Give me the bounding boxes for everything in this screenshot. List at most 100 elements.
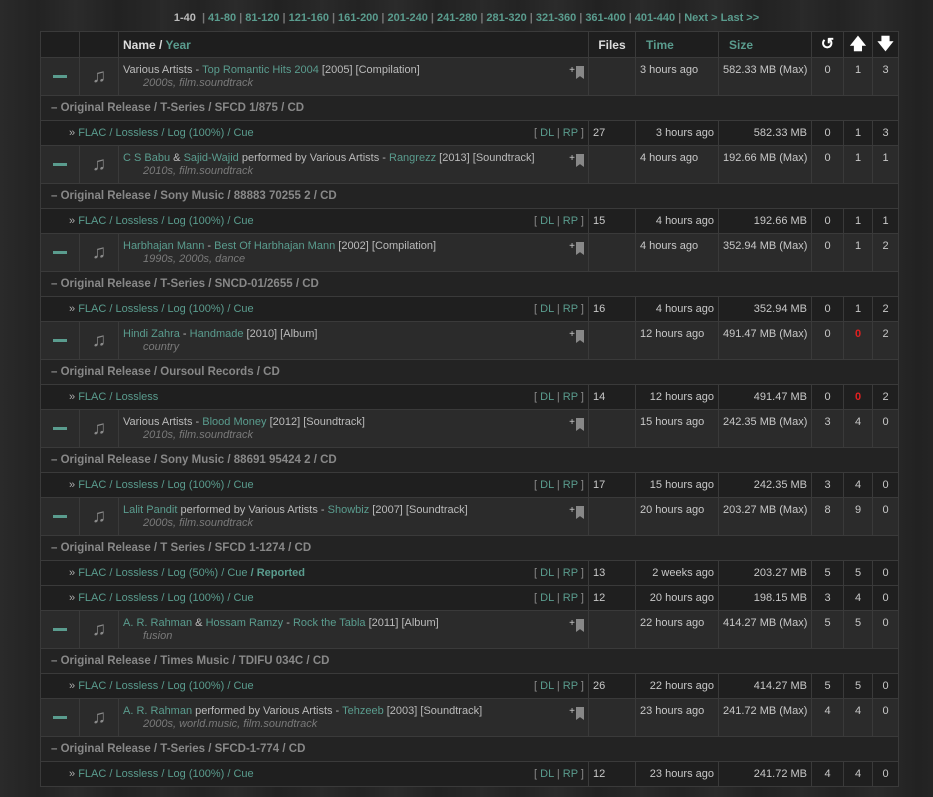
tag-list[interactable]: 2010s, film.soundtrack: [123, 429, 584, 441]
header-name[interactable]: Name / Year: [118, 31, 589, 58]
artist-link[interactable]: Lalit Pandit: [123, 504, 177, 516]
collapse-cell[interactable]: [40, 57, 80, 96]
edition-label[interactable]: – Original Release / Times Music / TDIFU…: [40, 648, 899, 674]
edition-label[interactable]: – Original Release / T-Series / SFCD-1-7…: [40, 736, 899, 762]
torrent-format-link[interactable]: FLAC / Lossless / Log (100%) / Cue: [78, 127, 253, 139]
edition-row[interactable]: – Original Release / T-Series / SNCD-01/…: [40, 271, 899, 297]
edition-label[interactable]: – Original Release / T Series / SFCD 1-1…: [40, 535, 899, 561]
edition-row[interactable]: – Original Release / Oursoul Records / C…: [40, 359, 899, 385]
leechers-icon[interactable]: 🡇: [877, 36, 894, 53]
report-link[interactable]: RP: [563, 567, 578, 579]
page-link[interactable]: 281-320: [486, 12, 526, 24]
collapse-icon[interactable]: [53, 515, 67, 519]
page-link[interactable]: 161-200: [338, 12, 378, 24]
edition-label[interactable]: – Original Release / Oursoul Records / C…: [40, 359, 899, 385]
torrent-format-link[interactable]: FLAC / Lossless / Log (100%) / Cue: [78, 479, 253, 491]
artist-link[interactable]: Harbhajan Mann: [123, 240, 204, 252]
album-link[interactable]: Rangrezz: [389, 152, 436, 164]
artist-link[interactable]: C S Babu: [123, 152, 170, 164]
edition-label[interactable]: – Original Release / Sony Music / 88691 …: [40, 447, 899, 473]
tag-list[interactable]: fusion: [123, 630, 584, 642]
download-link[interactable]: DL: [540, 215, 554, 227]
page-link[interactable]: 201-240: [388, 12, 428, 24]
tag-list[interactable]: 2010s, film.soundtrack: [123, 165, 584, 177]
collapse-icon[interactable]: [53, 163, 67, 167]
torrent-format-link[interactable]: FLAC / Lossless / Log (100%) / Cue: [78, 215, 253, 227]
collapse-icon[interactable]: [53, 339, 67, 343]
download-link[interactable]: DL: [540, 127, 554, 139]
bookmark-button[interactable]: +: [569, 619, 584, 632]
collapse-cell[interactable]: [40, 145, 80, 184]
artist-link[interactable]: Hindi Zahra: [123, 328, 180, 340]
edition-row[interactable]: – Original Release / T-Series / SFCD-1-7…: [40, 736, 899, 762]
page-link[interactable]: 41-80: [208, 12, 236, 24]
artist-link[interactable]: A. R. Rahman: [123, 617, 192, 629]
bookmark-icon[interactable]: [576, 619, 584, 632]
bookmark-icon[interactable]: [576, 506, 584, 519]
collapse-icon[interactable]: [53, 628, 67, 632]
edition-row[interactable]: – Original Release / Times Music / TDIFU…: [40, 648, 899, 674]
page-link[interactable]: 321-360: [536, 12, 576, 24]
torrent-format-link[interactable]: FLAC / Lossless / Log (100%) / Cue: [78, 303, 253, 315]
album-link[interactable]: Blood Money: [202, 416, 266, 428]
report-link[interactable]: RP: [563, 592, 578, 604]
header-snatches[interactable]: ↺: [811, 31, 844, 58]
header-leechers[interactable]: 🡇: [872, 31, 899, 58]
page-link[interactable]: 361-400: [585, 12, 625, 24]
sort-year-link[interactable]: Year: [165, 38, 190, 52]
collapse-icon[interactable]: [53, 251, 67, 255]
sort-size-link[interactable]: Size: [723, 38, 753, 52]
page-link[interactable]: 121-160: [289, 12, 329, 24]
bookmark-button[interactable]: +: [569, 154, 584, 167]
artist-link[interactable]: Various Artists: [123, 416, 193, 428]
tag-list[interactable]: 2000s, film.soundtrack: [123, 77, 584, 89]
download-link[interactable]: DL: [540, 303, 554, 315]
snatches-icon[interactable]: ↺: [816, 36, 839, 53]
edition-label[interactable]: – Original Release / T-Series / SNCD-01/…: [40, 271, 899, 297]
torrent-format-link[interactable]: FLAC / Lossless / Log (50%) / Cue: [78, 567, 247, 579]
bookmark-icon[interactable]: [576, 418, 584, 431]
download-link[interactable]: DL: [540, 768, 554, 780]
report-link[interactable]: RP: [563, 768, 578, 780]
collapse-cell[interactable]: [40, 497, 80, 536]
artist-link[interactable]: Hossam Ramzy: [206, 617, 284, 629]
download-link[interactable]: DL: [540, 391, 554, 403]
torrent-format-link[interactable]: FLAC / Lossless / Log (100%) / Cue: [78, 680, 253, 692]
bookmark-button[interactable]: +: [569, 506, 584, 519]
seeders-icon[interactable]: 🡅: [848, 36, 868, 53]
album-link[interactable]: Rock the Tabla: [293, 617, 366, 629]
bookmark-button[interactable]: +: [569, 330, 584, 343]
download-link[interactable]: DL: [540, 680, 554, 692]
bookmark-button[interactable]: +: [569, 707, 584, 720]
last-page-link[interactable]: Last >>: [721, 12, 760, 24]
report-link[interactable]: RP: [563, 215, 578, 227]
download-link[interactable]: DL: [540, 567, 554, 579]
sort-name-link[interactable]: Name /: [123, 38, 162, 52]
sort-time-link[interactable]: Time: [640, 38, 674, 52]
collapse-cell[interactable]: [40, 321, 80, 360]
album-link[interactable]: Top Romantic Hits 2004: [202, 64, 319, 76]
edition-row[interactable]: – Original Release / Sony Music / 88691 …: [40, 447, 899, 473]
report-link[interactable]: RP: [563, 303, 578, 315]
bookmark-icon[interactable]: [576, 707, 584, 720]
collapse-icon[interactable]: [53, 427, 67, 431]
edition-label[interactable]: – Original Release / Sony Music / 88883 …: [40, 183, 899, 209]
edition-label[interactable]: – Original Release / T-Series / SFCD 1/8…: [40, 95, 899, 121]
bookmark-icon[interactable]: [576, 242, 584, 255]
collapse-cell[interactable]: [40, 409, 80, 448]
torrent-format-link[interactable]: FLAC / Lossless: [78, 391, 158, 403]
edition-row[interactable]: – Original Release / T-Series / SFCD 1/8…: [40, 95, 899, 121]
torrent-format-link[interactable]: FLAC / Lossless / Log (100%) / Cue: [78, 592, 253, 604]
report-link[interactable]: RP: [563, 127, 578, 139]
page-link[interactable]: 401-440: [635, 12, 675, 24]
album-link[interactable]: Showbiz: [328, 504, 370, 516]
collapse-icon[interactable]: [53, 75, 67, 79]
bookmark-icon[interactable]: [576, 154, 584, 167]
header-time[interactable]: Time: [635, 31, 719, 58]
report-link[interactable]: RP: [563, 391, 578, 403]
bookmark-icon[interactable]: [576, 66, 584, 79]
edition-row[interactable]: – Original Release / T Series / SFCD 1-1…: [40, 535, 899, 561]
bookmark-button[interactable]: +: [569, 66, 584, 79]
tag-list[interactable]: 1990s, 2000s, dance: [123, 253, 584, 265]
collapse-cell[interactable]: [40, 610, 80, 649]
